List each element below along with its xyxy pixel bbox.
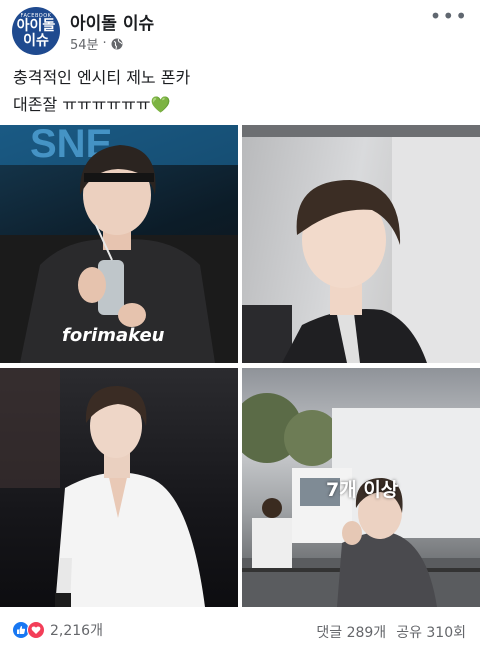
photo-grid: SNE forimakeu 7개 이상 xyxy=(0,125,480,607)
post-text-line-1: 충격적인 엔시티 제노 폰카 xyxy=(13,68,191,87)
page-name-link[interactable]: 아이돌 이슈 xyxy=(70,9,154,34)
photo-4[interactable]: 7개 이상 xyxy=(242,368,480,607)
engagement-stats: 댓글 289개 공유 310회 xyxy=(316,622,466,642)
reaction-count: 2,216개 xyxy=(50,623,103,639)
reactions-summary[interactable]: 2,216개 xyxy=(12,620,103,640)
photo-watermark: forimakeu xyxy=(62,325,165,346)
post-meta: 54분 · xyxy=(70,34,123,53)
post-body: 충격적인 엔시티 제노 폰카 대존잘 ㅠㅠㅠㅠㅠㅠ💚 xyxy=(13,64,190,118)
globe-icon xyxy=(111,38,123,50)
photo-2[interactable] xyxy=(242,125,480,363)
share-count-link[interactable]: 공유 310회 xyxy=(396,622,466,642)
photo-1[interactable]: SNE forimakeu xyxy=(0,125,238,363)
avatar-logo-text: 아이돌 이슈 xyxy=(16,18,56,49)
comment-count-link[interactable]: 댓글 289개 xyxy=(316,622,386,642)
post-footer: 2,216개 댓글 289개 공유 310회 xyxy=(0,607,480,650)
post-timestamp[interactable]: 54분 xyxy=(70,34,99,53)
meta-separator: · xyxy=(102,36,107,51)
photo-3[interactable] xyxy=(0,368,238,607)
more-options-icon[interactable]: ••• xyxy=(430,6,468,26)
post-header: FACEBOOK 아이돌 이슈 아이돌 이슈 54분 · ••• xyxy=(0,0,480,58)
post-text-line-2: 대존잘 ㅠㅠㅠㅠㅠㅠ💚 xyxy=(13,95,171,114)
love-icon xyxy=(27,621,45,639)
green-heart-emoji: 💚 xyxy=(150,95,171,114)
page-avatar[interactable]: FACEBOOK 아이돌 이슈 xyxy=(12,7,60,55)
more-photos-overlay[interactable]: 7개 이상 xyxy=(326,475,398,502)
